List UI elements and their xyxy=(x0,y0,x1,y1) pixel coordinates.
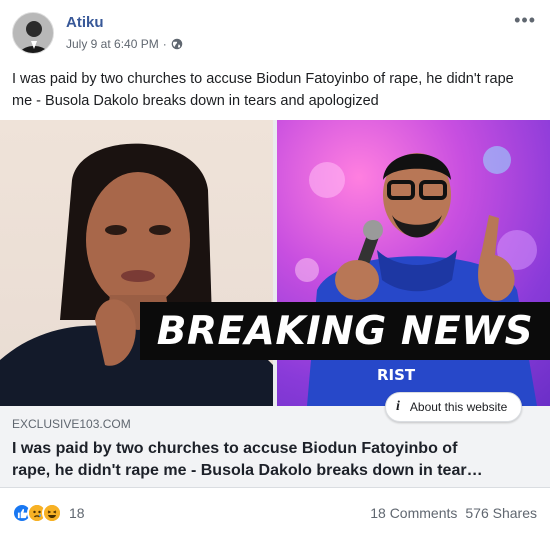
comments-count[interactable]: 18 Comments xyxy=(370,505,457,521)
link-title-line1: I was paid by two churches to accuse Bio… xyxy=(12,440,458,457)
man-photo: RIST xyxy=(277,120,550,406)
breaking-news-banner: BREAKING NEWS xyxy=(140,302,550,360)
info-icon: i xyxy=(396,399,400,414)
banner-text: BREAKING NEWS xyxy=(156,308,534,354)
author-name[interactable]: Atiku xyxy=(66,14,104,31)
woman-photo xyxy=(0,120,273,406)
shirt-text: RIST xyxy=(377,366,416,384)
about-website-label: About this website xyxy=(409,400,508,414)
link-title-line2: rape, he didn't rape me - Busola Dakolo … xyxy=(12,462,483,479)
globe-icon[interactable] xyxy=(171,38,183,50)
about-website-button[interactable]: i About this website xyxy=(385,392,523,422)
more-options-icon[interactable]: ••• xyxy=(514,10,536,31)
post-timestamp[interactable]: July 9 at 6:40 PM xyxy=(66,37,159,51)
reaction-count: 18 xyxy=(69,505,85,521)
profile-photo xyxy=(13,13,53,53)
avatar[interactable] xyxy=(12,12,54,54)
meta-separator: · xyxy=(162,37,167,51)
post-stats: 18 Comments 576 Shares xyxy=(370,505,537,521)
haha-icon xyxy=(42,503,62,523)
shares-count[interactable]: 576 Shares xyxy=(465,505,537,521)
post-meta: July 9 at 6:40 PM · xyxy=(66,37,183,51)
link-preview-image[interactable]: RIST BREAKING NEWS xyxy=(0,120,550,406)
link-title[interactable]: I was paid by two churches to accuse Bio… xyxy=(12,438,537,482)
facebook-post: Atiku July 9 at 6:40 PM · ••• I was paid… xyxy=(0,0,550,533)
reactions-summary[interactable]: 18 xyxy=(12,503,85,523)
post-text: I was paid by two churches to accuse Bio… xyxy=(12,71,514,109)
